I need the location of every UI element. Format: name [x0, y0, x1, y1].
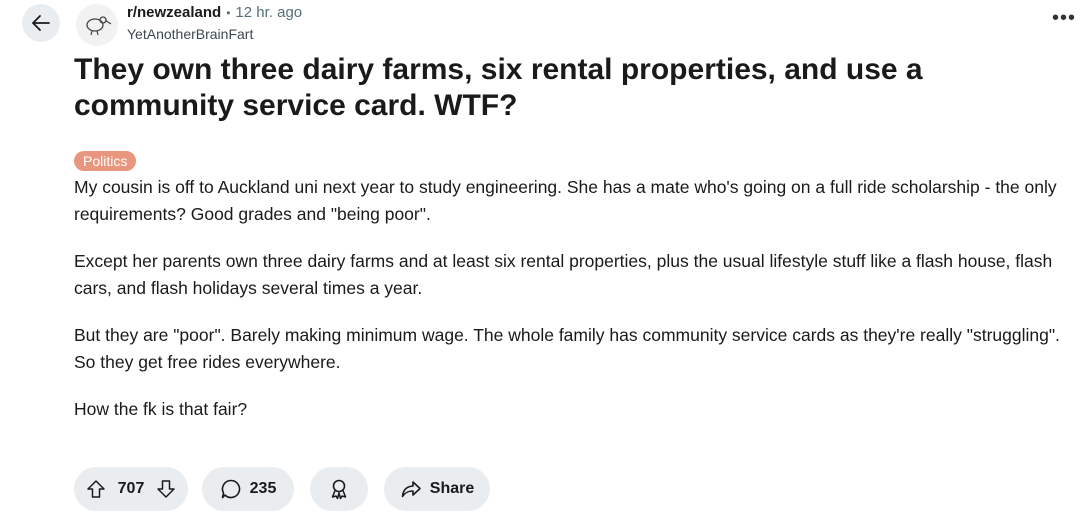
award-icon — [328, 478, 350, 500]
downvote-arrow-icon[interactable] — [156, 479, 176, 499]
post-flair[interactable]: Politics — [74, 151, 137, 171]
subreddit-avatar[interactable] — [76, 4, 118, 46]
post-title: They own three dairy farms, six rental p… — [74, 53, 923, 122]
more-options-button[interactable]: ••• — [1052, 8, 1076, 28]
post-paragraph: How the fk is that fair? — [74, 399, 248, 419]
arrow-left-icon — [30, 12, 52, 34]
meta-separator: • — [226, 6, 231, 20]
back-button[interactable] — [22, 4, 60, 42]
share-button[interactable]: Share — [384, 467, 490, 511]
award-button[interactable] — [310, 467, 368, 511]
author-link[interactable]: YetAnotherBrainFart — [127, 24, 302, 44]
action-bar: 707 235 Share — [74, 467, 490, 511]
kiwi-bird-icon — [82, 10, 112, 40]
comments-button[interactable]: 235 — [202, 467, 294, 511]
post-paragraph: My cousin is off to Auckland uni next ye… — [74, 177, 1057, 224]
vote-count: 707 — [117, 480, 145, 497]
post-paragraph: But they are "poor". Barely making minim… — [74, 325, 1060, 372]
comment-bubble-icon — [220, 478, 242, 500]
comment-count: 235 — [249, 480, 277, 497]
vote-control: 707 — [74, 467, 188, 511]
share-arrow-icon — [400, 478, 422, 500]
subreddit-link[interactable]: r/newzealand — [127, 4, 221, 22]
share-label: Share — [429, 480, 475, 497]
post-timestamp: 12 hr. ago — [235, 4, 303, 21]
upvote-arrow-icon[interactable] — [86, 479, 106, 499]
more-options-icon: ••• — [1051, 7, 1076, 29]
post-paragraph: Except her parents own three dairy farms… — [74, 251, 1053, 298]
post-body: My cousin is off to Auckland uni next ye… — [74, 174, 1064, 443]
post-meta: r/newzealand • 12 hr. ago YetAnotherBrai… — [127, 4, 302, 44]
